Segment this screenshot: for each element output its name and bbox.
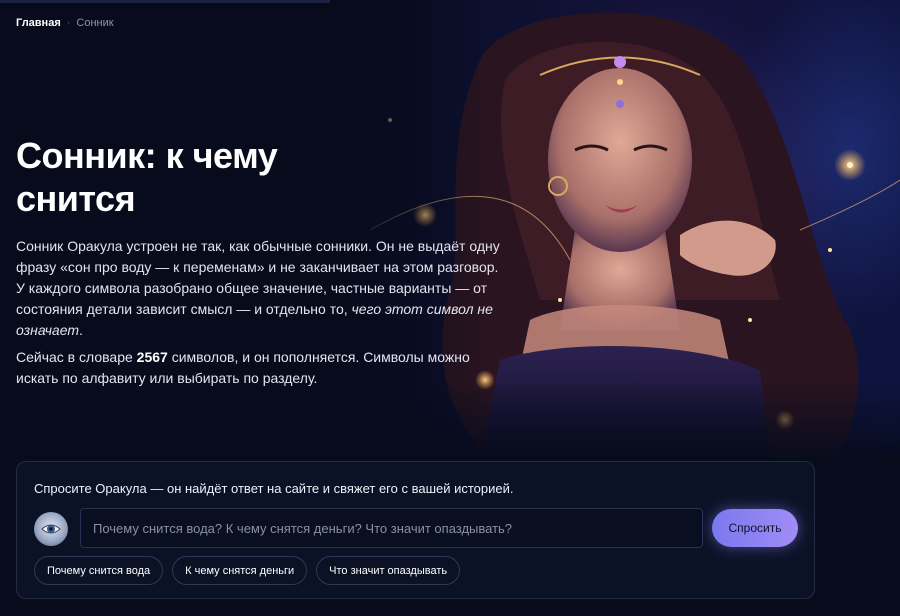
symbol-count-paragraph: Сейчас в словаре 2567 символов, и он поп… — [16, 347, 486, 389]
suggestion-chip[interactable]: Почему снится вода — [34, 556, 164, 585]
ask-heading: Спросите Оракула — он найдёт ответ на са… — [34, 481, 514, 496]
breadcrumb: Главная · Сонник — [16, 17, 114, 29]
count-text-before: Сейчас в словаре — [16, 349, 137, 365]
suggestion-chip[interactable]: Что значит опаздывать — [316, 556, 461, 585]
page-title: Сонник: к чему снится — [16, 135, 278, 219]
ask-oracle-panel: Спросите Оракула — он найдёт ответ на са… — [16, 461, 815, 599]
intro-end: . — [79, 322, 83, 338]
breadcrumb-separator: · — [66, 17, 71, 29]
intro-paragraph: Сонник Оракула устроен не так, как обычн… — [16, 236, 506, 341]
suggestion-chips: Почему снится вода К чему снятся деньги … — [34, 556, 461, 585]
symbol-count: 2567 — [136, 349, 168, 365]
hero-fade-bottom — [0, 380, 900, 470]
suggestion-chip[interactable]: К чему снятся деньги — [172, 556, 308, 585]
ask-input[interactable] — [80, 508, 703, 548]
breadcrumb-current: Сонник — [76, 17, 114, 29]
ask-submit-button[interactable]: Спросить — [712, 509, 798, 547]
breadcrumb-home-link[interactable]: Главная — [16, 17, 61, 29]
oracle-eye-icon — [34, 512, 68, 546]
